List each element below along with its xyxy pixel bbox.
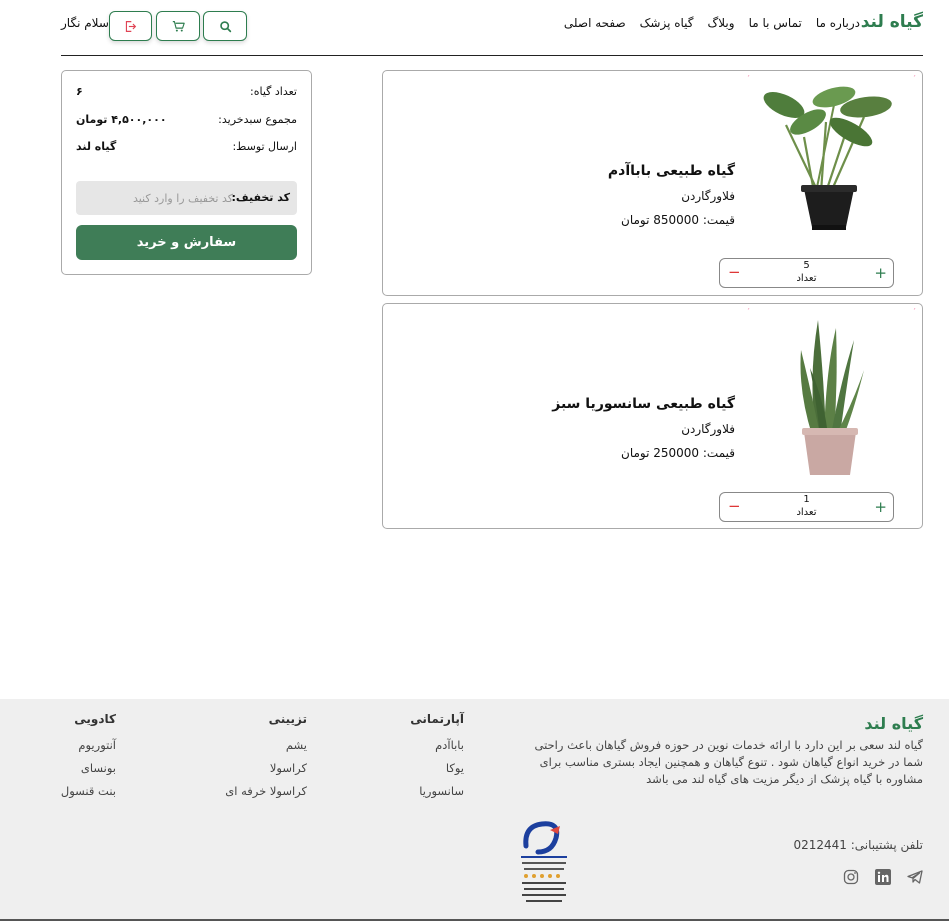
cart-total-value: ۴,۵۰۰,۰۰۰ تومان	[76, 113, 167, 126]
quantity-value: 5	[803, 260, 810, 271]
logout-icon	[125, 20, 137, 32]
search-button[interactable]	[203, 11, 247, 41]
plant-count-value: ۶	[76, 85, 83, 98]
footer-link[interactable]: بنت قنسول	[61, 784, 116, 798]
main-nav: صفحه اصلی گیاه پزشک وبلاگ تماس با ما درب…	[564, 16, 860, 30]
telegram-icon[interactable]	[907, 869, 923, 885]
support-phone: تلفن پشتیبانی: 0212441	[793, 838, 923, 852]
nav-plant-doctor[interactable]: گیاه پزشک	[640, 16, 694, 30]
product-image	[746, 310, 916, 480]
footer-logo: گیاه لند	[864, 714, 923, 733]
product-price: قیمت: 850000 تومان	[621, 213, 735, 227]
quantity-stepper: + 1 تعداد −	[719, 492, 894, 522]
footer-link[interactable]: یوکا	[410, 761, 464, 775]
product-brand: فلاورگاردن	[681, 422, 735, 436]
sender-label: ارسال توسط:	[232, 140, 297, 153]
footer-column-decorative: تزیینی یشم کراسولا کراسولا خرفه ای	[225, 712, 307, 807]
order-button[interactable]: سفارش و خرید	[76, 225, 297, 260]
decrease-quantity-button[interactable]: −	[728, 263, 741, 281]
cart-button[interactable]	[156, 11, 200, 41]
site-header: گیاه لند صفحه اصلی گیاه پزشک وبلاگ تماس …	[0, 0, 949, 56]
footer-link[interactable]: کراسولا خرفه ای	[225, 784, 307, 798]
cart-item: ˊ ˊ گیاه طبیعی سانسوریا سبز فلاورگاردن ق…	[382, 303, 923, 529]
product-name[interactable]: گیاه طبیعی سانسوریا سبز	[552, 396, 735, 412]
product-name[interactable]: گیاه طبیعی باباآدم	[608, 163, 735, 179]
quantity-label: تعداد	[796, 507, 817, 518]
product-image	[746, 77, 916, 247]
instagram-icon[interactable]	[843, 869, 859, 885]
footer-about-text: گیاه لند سعی بر این دارد با ارائه خدمات …	[534, 738, 924, 786]
quantity-label: تعداد	[796, 273, 817, 284]
site-logo[interactable]: گیاه لند	[861, 12, 923, 32]
footer-column-title: کادویی	[74, 712, 116, 726]
quantity-value: 1	[803, 494, 810, 505]
footer-link[interactable]: یشم	[225, 738, 307, 752]
header-divider	[61, 55, 923, 56]
cart-item: ˊ ˊ گیاه طبیعی باباآدم فلاورگاردن قیمت: …	[382, 70, 923, 296]
discount-label: کد تخفیف:	[231, 191, 290, 204]
footer-link[interactable]: بونسای	[61, 761, 116, 775]
nav-contact[interactable]: تماس با ما	[749, 16, 802, 30]
nav-home[interactable]: صفحه اصلی	[564, 16, 626, 30]
nav-blog[interactable]: وبلاگ	[708, 16, 735, 30]
footer-link[interactable]: آنتوریوم	[61, 738, 116, 752]
footer-column-gift: کادویی آنتوریوم بونسای بنت قنسول	[61, 712, 116, 807]
product-brand: فلاورگاردن	[681, 189, 735, 203]
order-summary: تعداد گیاه: ۶ مجموع سبدخرید: ۴,۵۰۰,۰۰۰ ت…	[61, 70, 312, 275]
linkedin-icon[interactable]	[875, 869, 891, 885]
cart-total-label: مجموع سبدخرید:	[218, 113, 297, 126]
footer-link[interactable]: باباآدم	[410, 738, 464, 752]
quantity-stepper: + 5 تعداد −	[719, 258, 894, 288]
sender-value: گیاه لند	[76, 140, 117, 153]
plant-count-label: تعداد گیاه:	[250, 85, 297, 98]
discount-box: کد تخفیف:	[76, 181, 297, 215]
social-links	[843, 869, 923, 885]
enamad-trust-seal[interactable]	[516, 816, 572, 906]
footer-column-apartment: آپارتمانی باباآدم یوکا سانسوریا	[410, 712, 464, 807]
site-footer: گیاه لند گیاه لند سعی بر این دارد با ارا…	[0, 699, 949, 921]
footer-column-title: آپارتمانی	[410, 712, 464, 726]
discount-code-input[interactable]	[93, 189, 233, 207]
footer-column-title: تزیینی	[268, 712, 307, 726]
logout-button[interactable]	[109, 11, 152, 41]
search-icon	[219, 20, 231, 32]
nav-about[interactable]: درباره ما	[816, 16, 860, 30]
decrease-quantity-button[interactable]: −	[728, 497, 741, 515]
product-price: قیمت: 250000 تومان	[621, 446, 735, 460]
cart-icon	[172, 20, 185, 32]
footer-link[interactable]: سانسوریا	[410, 784, 464, 798]
footer-link[interactable]: کراسولا	[225, 761, 307, 775]
user-greeting: سلام نگار	[61, 16, 109, 30]
summary-row-sender: ارسال توسط: گیاه لند	[76, 140, 297, 156]
summary-row-count: تعداد گیاه: ۶	[76, 85, 297, 101]
summary-row-total: مجموع سبدخرید: ۴,۵۰۰,۰۰۰ تومان	[76, 113, 297, 129]
